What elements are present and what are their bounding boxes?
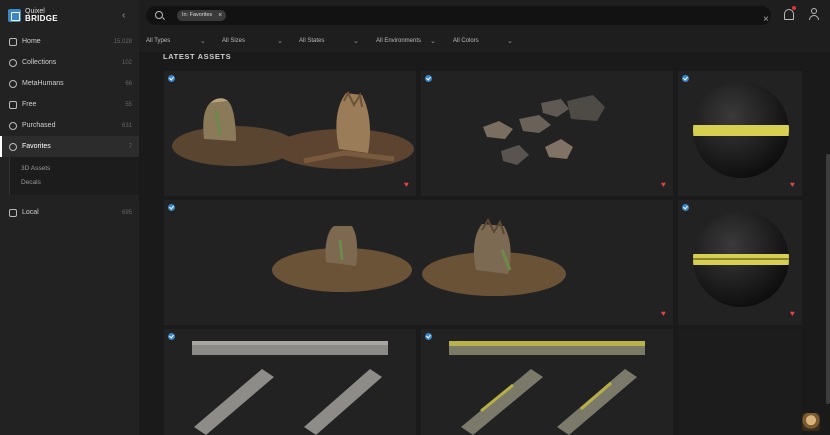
- downloaded-check-icon: [425, 75, 432, 82]
- chevron-down-icon: ⌄: [277, 38, 283, 45]
- bridge-app: Quixel BRIDGE ‹ Home 15,028 Collections …: [0, 0, 830, 435]
- chevron-down-icon: ⌄: [430, 38, 436, 45]
- bridge-logo-icon: [8, 8, 21, 22]
- avatar[interactable]: [802, 413, 820, 431]
- filter-chip[interactable]: In: Favorites ×: [177, 10, 227, 21]
- favorite-heart-icon[interactable]: ♥: [790, 181, 798, 189]
- asset-thumbnail: [272, 217, 566, 296]
- search-bar[interactable]: In: Favorites × ×: [146, 6, 771, 25]
- sidebar-item-favorites[interactable]: Favorites 7: [0, 136, 139, 157]
- favorite-heart-icon[interactable]: ♥: [661, 181, 669, 189]
- heart-icon: [9, 142, 17, 151]
- filter-states[interactable]: All States ⌄: [299, 38, 359, 45]
- top-bar: In: Favorites × ×: [139, 0, 830, 31]
- sidebar-item-count: 695: [121, 209, 132, 216]
- notifications-icon[interactable]: [784, 9, 794, 20]
- sidebar-item-count: 631: [121, 122, 132, 129]
- section-title: LATEST ASSETS: [163, 52, 232, 61]
- favorite-heart-icon[interactable]: ♥: [661, 310, 669, 318]
- sidebar-nav: Home 15,028 Collections 102 MetaHumans 6…: [0, 31, 139, 223]
- sidebar-item-purchased[interactable]: Purchased 631: [0, 115, 139, 136]
- asset-thumbnail: [449, 341, 645, 435]
- collections-icon: [9, 58, 17, 67]
- metahumans-icon: [9, 79, 17, 88]
- empty-slot: [678, 329, 802, 435]
- sidebar-item-count: 15,028: [113, 38, 132, 45]
- sidebar-item-count: 7: [128, 143, 132, 150]
- scrollbar[interactable]: [826, 52, 830, 435]
- sidebar-item-local[interactable]: Local 695: [0, 202, 139, 223]
- purchased-icon: [9, 121, 17, 130]
- sidebar: Quixel BRIDGE ‹ Home 15,028 Collections …: [0, 0, 139, 435]
- app-logo[interactable]: Quixel BRIDGE: [8, 8, 58, 23]
- favorites-subnav: 3D Assets Decals: [9, 157, 139, 195]
- downloaded-check-icon: [425, 333, 432, 340]
- asset-card-moss-material[interactable]: ♥: [678, 71, 802, 196]
- sidebar-item-label: Free: [22, 101, 37, 108]
- search-icon: [155, 11, 163, 19]
- downloaded-check-icon: [168, 75, 175, 82]
- notification-badge: [792, 6, 796, 10]
- asset-card-concrete-curbs[interactable]: [164, 329, 416, 435]
- asset-card-rocks[interactable]: ♥: [421, 71, 673, 196]
- scrollbar-thumb[interactable]: [826, 154, 830, 404]
- free-icon: [9, 100, 17, 109]
- user-icon[interactable]: [809, 8, 819, 20]
- sub-item-decals[interactable]: Decals: [10, 175, 139, 189]
- sidebar-item-count: 102: [121, 59, 132, 66]
- asset-card-mossy-curbs[interactable]: [421, 329, 673, 435]
- asset-grid: LATEST ASSETS ♥ ♥ ♥ ♥ ♥: [139, 52, 830, 435]
- favorite-heart-icon[interactable]: ♥: [790, 310, 798, 318]
- asset-thumbnail: [172, 90, 414, 169]
- asset-card-tree-stumps[interactable]: ♥: [164, 71, 416, 196]
- clear-search-icon[interactable]: ×: [763, 15, 769, 25]
- downloaded-check-icon: [168, 204, 175, 211]
- sub-item-3d-assets[interactable]: 3D Assets: [10, 161, 139, 175]
- downloaded-check-icon: [168, 333, 175, 340]
- remove-chip-icon[interactable]: ×: [218, 10, 222, 21]
- favorite-heart-icon[interactable]: ♥: [404, 181, 412, 189]
- sidebar-item-label: Local: [22, 209, 39, 216]
- filter-environments[interactable]: All Environments ⌄: [376, 38, 436, 45]
- sidebar-item-label: Collections: [22, 59, 57, 66]
- filter-bar: All Types ⌄ All Sizes ⌄ All States ⌄ All…: [139, 31, 830, 52]
- sidebar-item-home[interactable]: Home 15,028: [0, 31, 139, 52]
- asset-thumbnail: [192, 341, 388, 435]
- filter-chip-label: In: Favorites: [182, 12, 213, 18]
- asset-card-stumps-wide[interactable]: ♥: [164, 200, 673, 325]
- sidebar-item-free[interactable]: Free 55: [0, 94, 139, 115]
- collapse-sidebar-icon[interactable]: ‹: [122, 10, 125, 21]
- asset-card-moss-material-2[interactable]: ♥: [678, 200, 802, 325]
- chevron-down-icon: ⌄: [507, 38, 513, 45]
- asset-thumbnail: [693, 82, 789, 178]
- sidebar-item-label: MetaHumans: [22, 80, 64, 87]
- sidebar-item-label: Favorites: [22, 143, 51, 150]
- sidebar-item-label: Purchased: [22, 122, 56, 129]
- filter-colors[interactable]: All Colors ⌄: [453, 38, 513, 45]
- sidebar-item-metahumans[interactable]: MetaHumans 66: [0, 73, 139, 94]
- chevron-down-icon: ⌄: [200, 38, 206, 45]
- logo-line-2: BRIDGE: [25, 14, 58, 23]
- monitor-icon: [9, 208, 17, 217]
- downloaded-check-icon: [682, 75, 689, 82]
- chevron-down-icon: ⌄: [353, 38, 359, 45]
- filter-types[interactable]: All Types ⌄: [146, 38, 206, 45]
- sidebar-item-count: 66: [125, 80, 132, 87]
- sidebar-item-collections[interactable]: Collections 102: [0, 52, 139, 73]
- sidebar-item-count: 55: [125, 101, 132, 108]
- filter-sizes[interactable]: All Sizes ⌄: [222, 38, 283, 45]
- downloaded-check-icon: [682, 204, 689, 211]
- asset-thumbnail: [483, 95, 605, 165]
- sidebar-item-label: Home: [22, 38, 41, 45]
- asset-thumbnail: [693, 211, 789, 307]
- home-icon: [9, 37, 17, 46]
